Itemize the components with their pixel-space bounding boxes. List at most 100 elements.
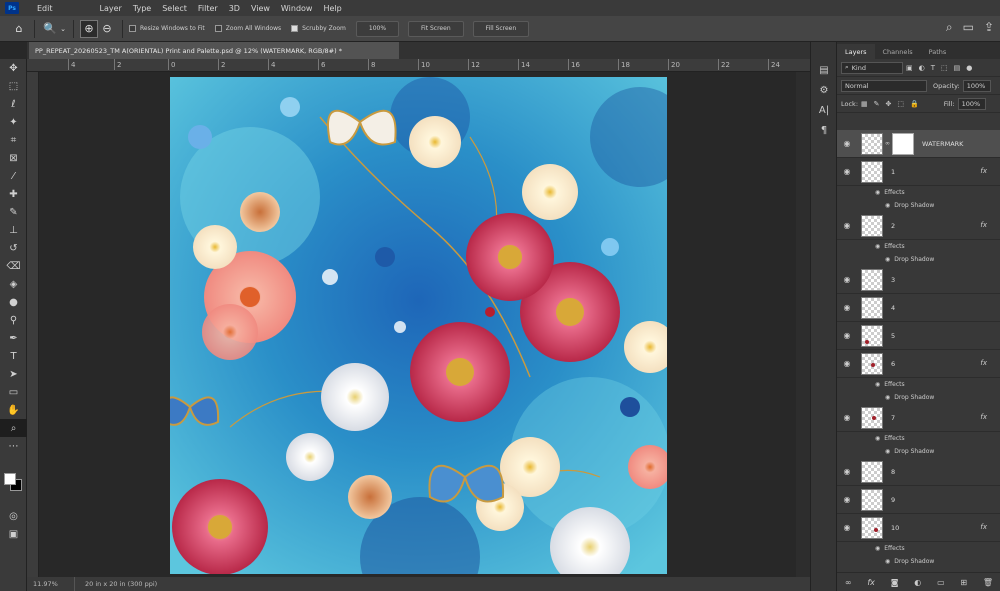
scrubby-zoom-checkbox[interactable]: Scrubby Zoom <box>291 25 346 32</box>
workspace-icon[interactable]: ▭ <box>963 20 974 35</box>
eye-icon[interactable]: ◉ <box>837 303 857 312</box>
magic-wand-tool-icon[interactable]: ✦ <box>0 113 27 131</box>
filter-adjustment-icon[interactable]: ◐ <box>919 64 925 72</box>
eye-icon[interactable]: ◉ <box>837 359 857 368</box>
fx-icon[interactable]: fx <box>980 523 987 531</box>
fill-screen-button[interactable]: Fill Screen <box>472 20 530 37</box>
history-brush-tool-icon[interactable]: ↺ <box>0 239 27 257</box>
hand-tool-icon[interactable]: ✋ <box>0 401 27 419</box>
screen-mode-icon[interactable]: ▣ <box>0 525 27 543</box>
healing-brush-tool-icon[interactable]: ✚ <box>0 185 27 203</box>
layer-name[interactable]: 1 <box>891 168 895 176</box>
layer-row[interactable]: ◉ 10 fx <box>837 514 1000 542</box>
eye-icon[interactable]: ◉ <box>837 523 857 532</box>
eye-icon[interactable]: ◉ <box>837 413 857 422</box>
eye-icon[interactable]: ◉ <box>885 256 890 263</box>
fill-input[interactable]: 100% <box>957 97 986 110</box>
lock-image-icon[interactable]: ✎ <box>874 100 880 108</box>
tab-layers[interactable]: Layers <box>837 44 875 59</box>
menu-view[interactable]: View <box>251 4 270 13</box>
history-icon[interactable]: ▤ <box>811 60 837 80</box>
fx-icon[interactable]: fx <box>980 167 987 175</box>
zoom-tool-icon[interactable]: ⌕ <box>0 419 27 437</box>
lock-position-icon[interactable]: ✥ <box>886 100 892 108</box>
menu-edit[interactable]: Edit <box>37 4 53 13</box>
frame-tool-icon[interactable]: ⊠ <box>0 149 27 167</box>
effects-row[interactable]: ◉ Effects <box>837 542 1000 555</box>
add-mask-icon[interactable]: ◙ <box>891 578 899 587</box>
type-tool-icon[interactable]: T <box>0 347 27 365</box>
photoshop-logo-icon[interactable]: Ps <box>5 2 19 14</box>
zoom-out-icon[interactable]: ⊖ <box>98 20 116 38</box>
vertical-scrollbar[interactable] <box>796 72 810 577</box>
paint-bucket-tool-icon[interactable]: ◈ <box>0 275 27 293</box>
paragraph-icon[interactable]: ¶ <box>811 120 837 140</box>
eraser-tool-icon[interactable]: ⌫ <box>0 257 27 275</box>
zoom-tool-preset-icon[interactable]: 🔍 <box>41 20 59 38</box>
menu-window[interactable]: Window <box>281 4 313 13</box>
lock-artboard-icon[interactable]: ⬚ <box>897 100 904 108</box>
resize-windows-checkbox[interactable]: Resize Windows to Fit <box>129 25 205 32</box>
eye-icon[interactable]: ◉ <box>837 467 857 476</box>
tab-paths[interactable]: Paths <box>921 44 955 59</box>
menu-help[interactable]: Help <box>323 4 341 13</box>
fx-icon[interactable]: fx <box>980 413 987 421</box>
tab-channels[interactable]: Channels <box>875 44 921 59</box>
dodge-tool-icon[interactable]: ⚲ <box>0 311 27 329</box>
drop-shadow-row[interactable]: ◉ Drop Shadow <box>837 253 1000 266</box>
eye-icon[interactable]: ◉ <box>875 381 880 388</box>
eyedropper-tool-icon[interactable]: ⁄ <box>0 167 27 185</box>
move-tool-icon[interactable]: ✥ <box>0 59 27 77</box>
layer-row[interactable]: ◉ 6 fx <box>837 350 1000 378</box>
document-tab[interactable]: PP_REPEAT_20260523_TM A(ORIENTAL) Print … <box>29 42 399 59</box>
delete-layer-icon[interactable]: 🗑 <box>983 578 993 587</box>
layer-name[interactable]: 8 <box>891 468 895 476</box>
eye-icon[interactable]: ◉ <box>837 275 857 284</box>
path-selection-tool-icon[interactable]: ➤ <box>0 365 27 383</box>
fx-icon[interactable]: fx <box>980 221 987 229</box>
eye-icon[interactable]: ◉ <box>875 189 880 196</box>
eye-icon[interactable]: ◉ <box>837 167 857 176</box>
effects-row[interactable]: ◉ Effects <box>837 432 1000 445</box>
quick-mask-icon[interactable]: ◎ <box>0 507 27 525</box>
drop-shadow-row[interactable]: ◉ Drop Shadow <box>837 445 1000 458</box>
filter-toggle-icon[interactable]: ● <box>966 64 972 72</box>
filter-pixel-icon[interactable]: ▣ <box>906 64 913 72</box>
eye-icon[interactable]: ◉ <box>837 331 857 340</box>
floral-artwork-canvas[interactable] <box>170 77 667 574</box>
link-layers-icon[interactable]: ∞ <box>845 578 852 587</box>
layer-name[interactable]: 7 <box>891 414 895 422</box>
lasso-tool-icon[interactable]: ℓ <box>0 95 27 113</box>
more-tools-icon[interactable]: ⋯ <box>0 437 27 455</box>
kind-filter-select[interactable]: ⌕ Kind <box>841 61 903 74</box>
layer-row[interactable]: ◉ 9 <box>837 486 1000 514</box>
layer-name[interactable]: 3 <box>891 276 895 284</box>
brush-tool-icon[interactable]: ✎ <box>0 203 27 221</box>
eye-icon[interactable]: ◉ <box>885 448 890 455</box>
fit-screen-button[interactable]: Fit Screen <box>408 20 464 37</box>
blend-mode-select[interactable]: Normal <box>841 79 927 92</box>
clone-stamp-tool-icon[interactable]: ⊥ <box>0 221 27 239</box>
drop-shadow-row[interactable]: ◉ Drop Shadow <box>837 391 1000 404</box>
layer-row[interactable]: ◉ 4 <box>837 294 1000 322</box>
new-layer-icon[interactable]: ⊞ <box>960 578 967 587</box>
menu-filter[interactable]: Filter <box>198 4 218 13</box>
layer-name[interactable]: 4 <box>891 304 895 312</box>
chevron-down-icon[interactable]: ⌄ <box>59 20 67 38</box>
layer-row[interactable]: ◉ 8 <box>837 458 1000 486</box>
rectangle-tool-icon[interactable]: ▭ <box>0 383 27 401</box>
eye-icon[interactable]: ◉ <box>875 435 880 442</box>
opacity-input[interactable]: 100% <box>962 79 991 92</box>
menu-layer[interactable]: Layer <box>100 4 122 13</box>
menu-type[interactable]: Type <box>133 4 151 13</box>
blur-tool-icon[interactable]: ● <box>0 293 27 311</box>
menu-select[interactable]: Select <box>162 4 187 13</box>
properties-icon[interactable]: ⚙ <box>811 80 837 100</box>
fx-icon[interactable]: fx <box>980 359 987 367</box>
zoom-level[interactable]: 11.97% <box>27 577 75 591</box>
marquee-tool-icon[interactable]: ⬚ <box>0 77 27 95</box>
filter-smart-object-icon[interactable]: ▤ <box>954 64 961 72</box>
eye-icon[interactable]: ◉ <box>885 558 890 565</box>
add-style-icon[interactable]: fx <box>867 578 875 587</box>
eye-icon[interactable]: ◉ <box>885 394 890 401</box>
